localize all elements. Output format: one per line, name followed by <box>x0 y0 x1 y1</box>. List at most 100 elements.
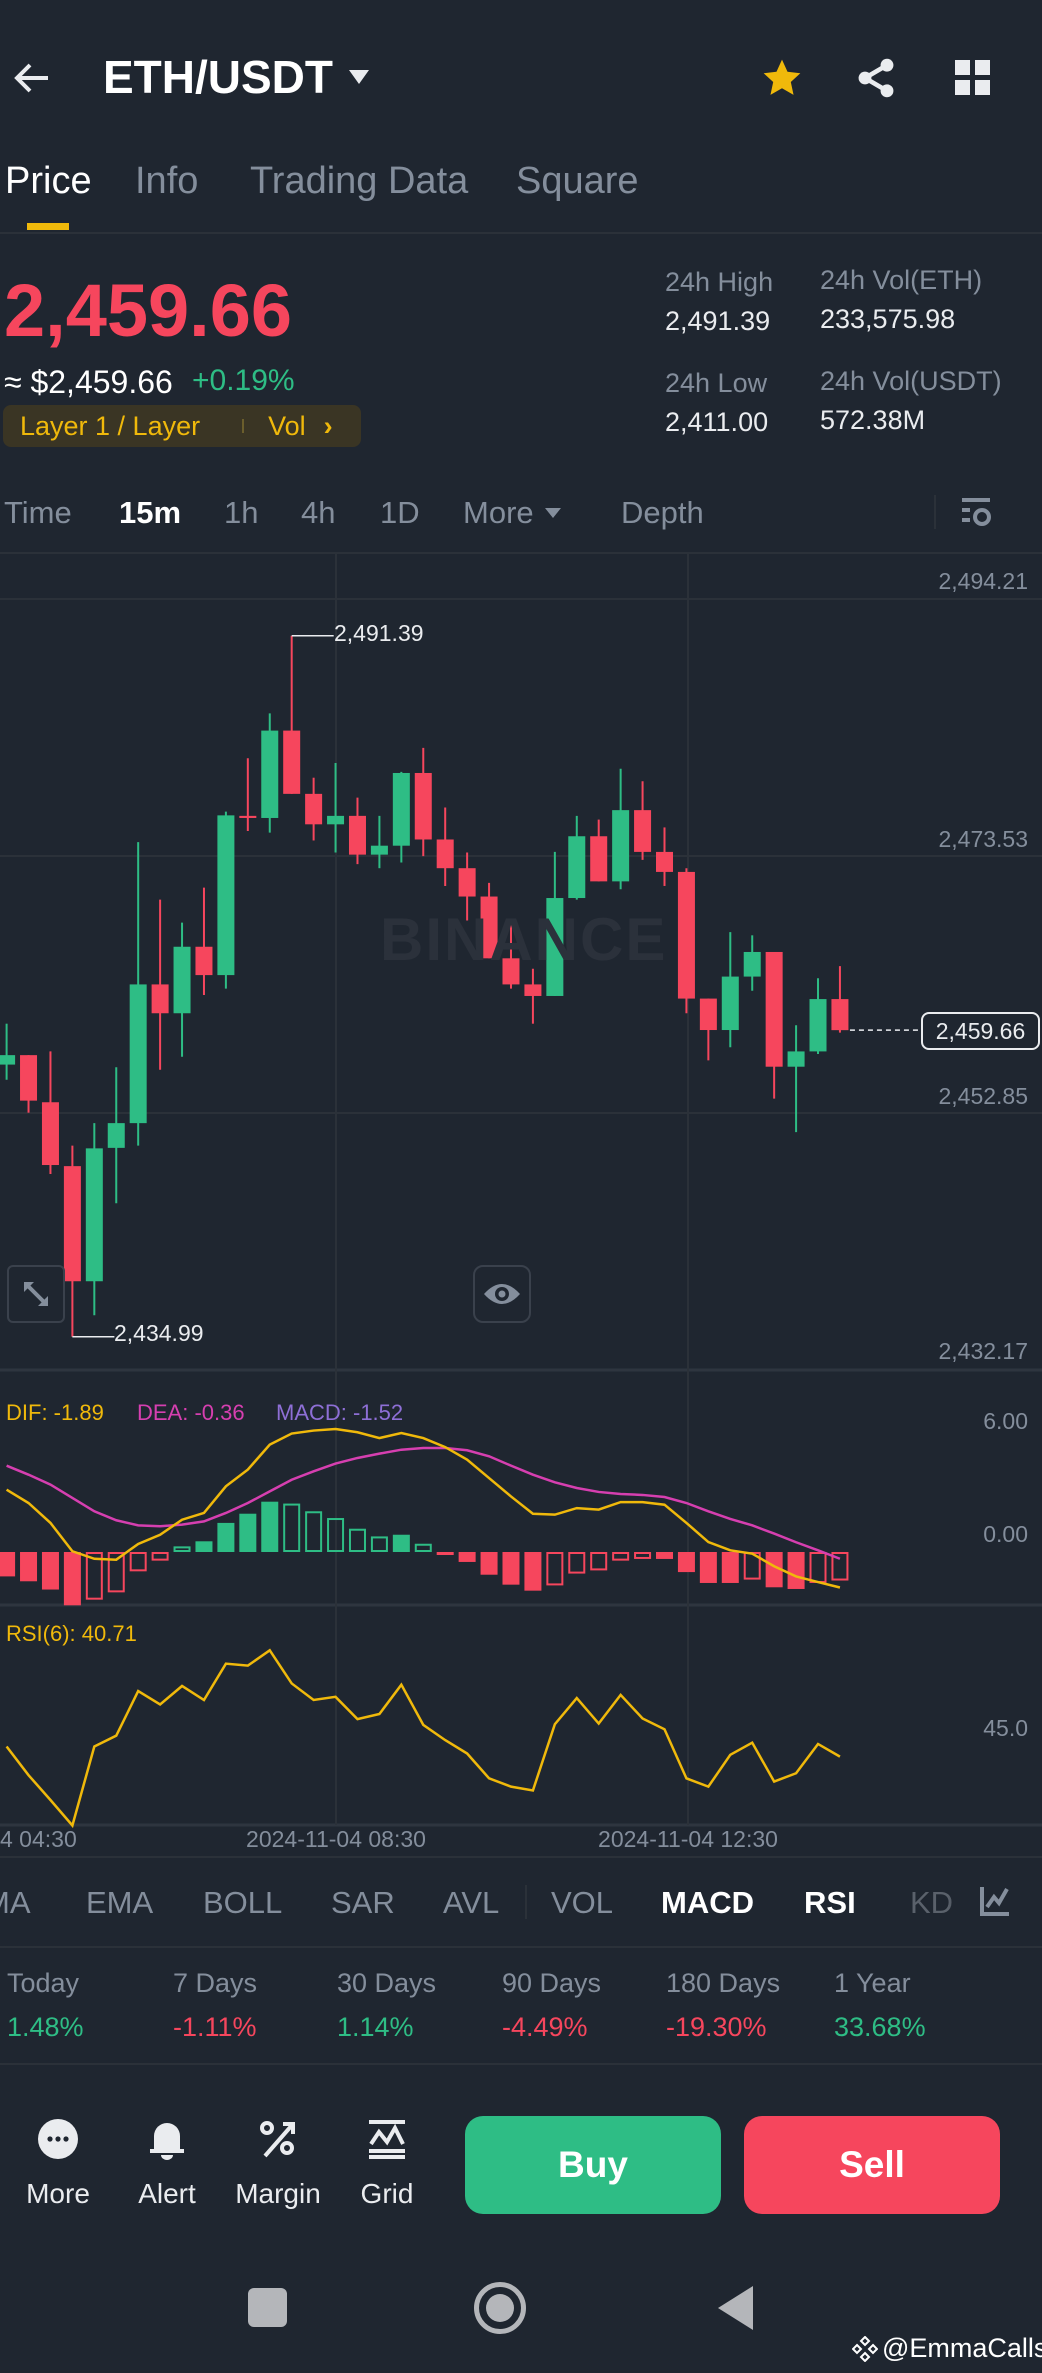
macd-bar <box>480 1552 498 1575</box>
nav-home-button[interactable] <box>474 2282 526 2334</box>
candle-body <box>305 793 323 825</box>
star-icon <box>763 59 801 95</box>
more-button[interactable]: More <box>26 2178 90 2210</box>
candle-body <box>283 730 301 794</box>
grid-bot-icon[interactable] <box>366 2118 408 2160</box>
performance-label: 1 Year <box>834 1968 911 1998</box>
candle-body <box>261 730 279 818</box>
indicator-avl[interactable]: AVL <box>443 1885 499 1921</box>
bell-icon[interactable] <box>146 2118 188 2160</box>
interval-4h[interactable]: 4h <box>301 495 335 531</box>
tab-price[interactable]: Price <box>5 160 92 203</box>
fullscreen-button[interactable] <box>7 1265 65 1323</box>
interval-15m[interactable]: 15m <box>119 495 181 531</box>
performance-value: 33.68% <box>834 2012 926 2042</box>
share-button[interactable] <box>854 56 898 100</box>
price-chart[interactable] <box>0 553 1042 1857</box>
stat-value-24h-vol-eth: 233,575.98 <box>820 304 956 334</box>
indicator-boll[interactable]: BOLL <box>203 1885 282 1921</box>
macd-bar <box>0 1552 16 1577</box>
buy-button[interactable]: Buy <box>465 2116 721 2214</box>
indicator-settings-button[interactable] <box>948 1870 1042 1932</box>
interval-1h[interactable]: 1h <box>224 495 258 531</box>
candle-body <box>436 839 454 869</box>
macd-legend: MACD: -1.52 <box>276 1400 404 1425</box>
visibility-button[interactable] <box>473 1265 531 1323</box>
nav-back-button[interactable] <box>716 2285 754 2331</box>
credit-text: @EmmaCalls <box>882 2333 1042 2363</box>
macd-bar <box>436 1552 454 1555</box>
alert-button[interactable]: Alert <box>138 2178 196 2210</box>
category-tag[interactable]: Layer 1 / Layer Vol › <box>3 405 361 447</box>
macd-bar <box>41 1552 59 1590</box>
divider <box>0 1856 1042 1858</box>
indicator-sar[interactable]: SAR <box>331 1885 395 1921</box>
candle-body <box>63 1166 81 1282</box>
macd-bar <box>63 1552 81 1606</box>
tab-info[interactable]: Info <box>135 160 198 203</box>
indicator-ma[interactable]: MA <box>0 1885 31 1921</box>
macd-bar <box>195 1541 213 1552</box>
performance-value: 1.48% <box>7 2012 84 2042</box>
tag-vol: Vol <box>268 410 306 441</box>
interval-more[interactable]: More <box>463 495 562 531</box>
stat-value-24h-vol-usdt: 572.38M <box>820 405 926 435</box>
margin-button[interactable]: Margin <box>235 2178 321 2210</box>
tab-square[interactable]: Square <box>516 160 639 203</box>
candle-body <box>0 1055 16 1065</box>
favorite-button[interactable] <box>760 56 804 100</box>
tag-separator <box>242 419 245 433</box>
macd-bar <box>20 1552 38 1582</box>
candle-body <box>239 815 257 818</box>
indicator-kd[interactable]: KD <box>910 1885 953 1921</box>
macd-bar <box>458 1552 476 1562</box>
price-change: +0.19% <box>192 364 295 397</box>
macd-bar <box>612 1552 630 1561</box>
binance-logo-icon <box>852 2335 878 2362</box>
chart-settings-button[interactable] <box>958 494 994 530</box>
indicator-rsi[interactable]: RSI <box>804 1885 856 1921</box>
grid-layout-icon <box>955 60 990 95</box>
candle-body <box>677 871 695 999</box>
sell-button[interactable]: Sell <box>744 2116 1000 2214</box>
high-price-annotation: 2,491.39 <box>334 620 424 646</box>
nav-recents-button[interactable] <box>248 2288 287 2327</box>
credit-watermark: @EmmaCalls <box>852 2333 1042 2364</box>
back-arrow-icon <box>14 63 48 93</box>
candle-body <box>129 984 147 1124</box>
interval-more-label: More <box>463 495 534 530</box>
expand-icon <box>24 1282 48 1306</box>
divider-vertical <box>525 1885 527 1919</box>
time-axis-label: 4 04:30 <box>0 1826 77 1852</box>
grid-button[interactable]: Grid <box>361 2178 414 2210</box>
divider <box>0 2063 1042 2065</box>
candle-body <box>414 772 432 840</box>
interval-depth[interactable]: Depth <box>621 495 704 531</box>
rsi-legend: RSI(6): 40.71 <box>6 1621 137 1646</box>
candle-body <box>151 984 169 1014</box>
price-axis-label: 2,494.21 <box>938 568 1028 594</box>
macd-bar <box>392 1534 410 1552</box>
tag-category: Layer 1 / Layer <box>20 410 201 441</box>
margin-icon[interactable] <box>257 2118 299 2160</box>
indicator-macd[interactable]: MACD <box>661 1885 754 1921</box>
candle-body <box>787 1051 805 1067</box>
pair-title: ETH/USDT <box>103 51 333 103</box>
interval-time[interactable]: Time <box>4 495 72 531</box>
tab-trading-data[interactable]: Trading Data <box>250 160 468 203</box>
price-axis-label: 2,452.85 <box>938 1083 1028 1109</box>
layout-button[interactable] <box>953 58 993 98</box>
macd-bar <box>348 1528 366 1553</box>
indicator-ema[interactable]: EMA <box>86 1885 153 1921</box>
stat-label-24h-high: 24h High <box>665 267 774 297</box>
indicator-vol[interactable]: VOL <box>551 1885 613 1921</box>
stat-label-24h-vol-usdt: 24h Vol(USDT) <box>820 366 1002 396</box>
macd-bar <box>787 1552 805 1589</box>
interval-1d[interactable]: 1D <box>380 495 420 531</box>
performance-label: 30 Days <box>337 1968 437 1998</box>
performance-label: 90 Days <box>502 1968 602 1998</box>
more-icon[interactable] <box>37 2118 79 2160</box>
eye-icon <box>484 1284 520 1304</box>
pair-selector[interactable]: ETH/USDT <box>103 50 371 104</box>
back-button[interactable] <box>12 58 52 98</box>
